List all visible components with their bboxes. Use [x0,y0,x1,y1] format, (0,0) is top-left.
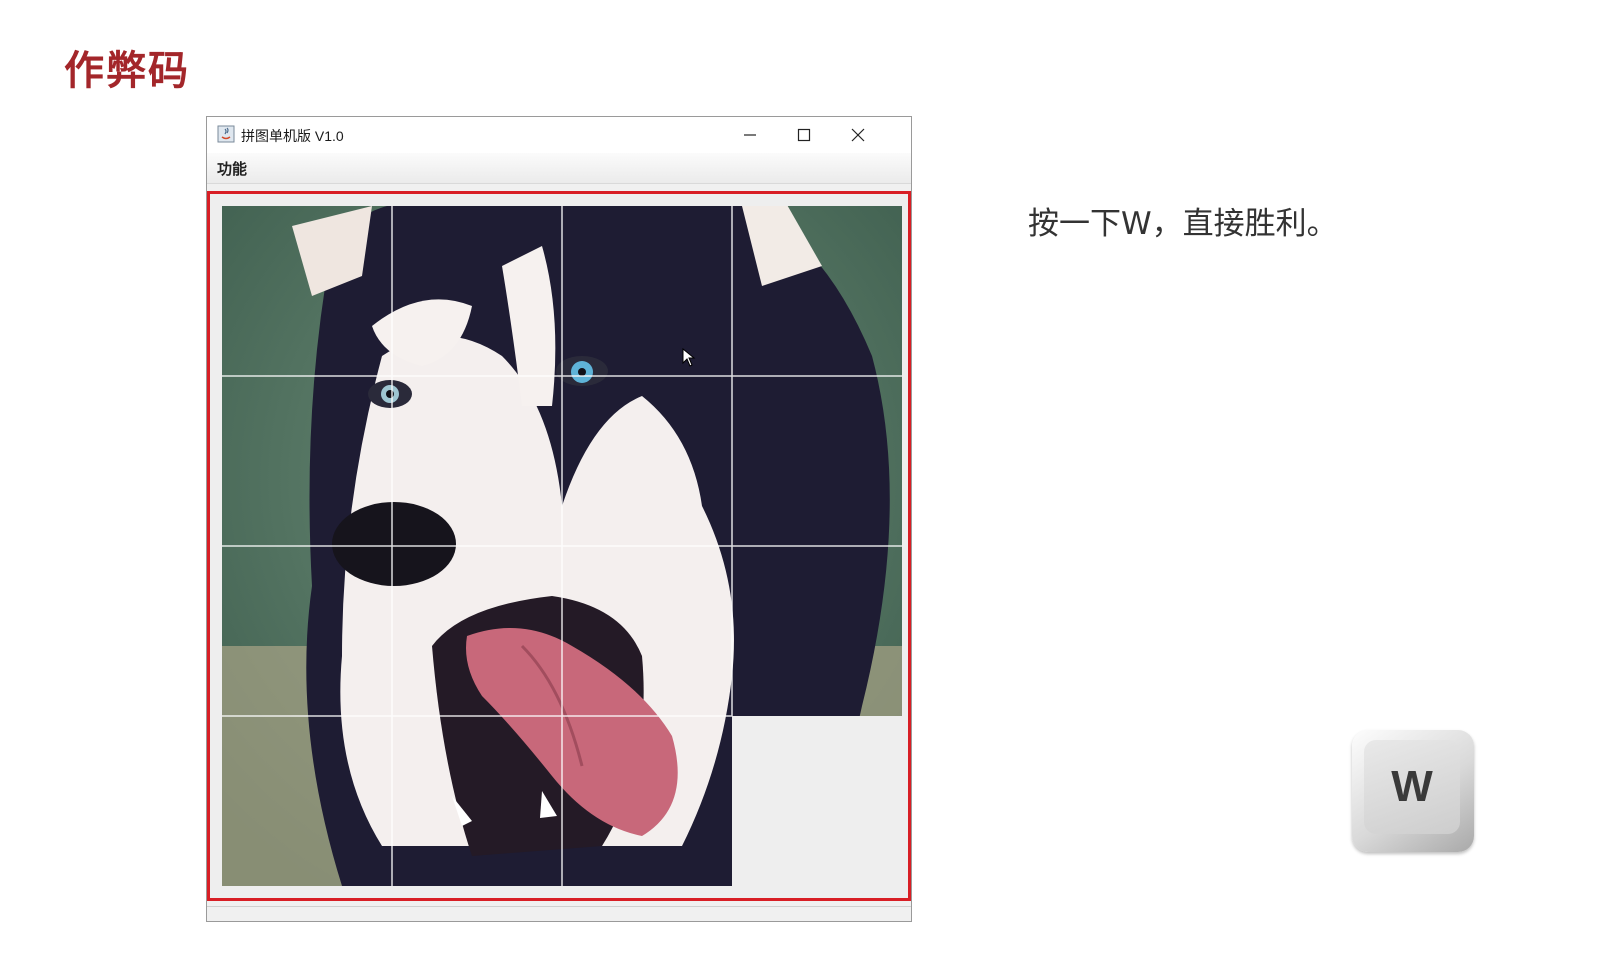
window-bottom-edge [207,906,911,921]
game-area [207,191,911,901]
maximize-icon [797,128,811,142]
close-icon [851,128,865,142]
title-bar[interactable]: 拼图单机版 V1.0 [207,117,911,153]
empty-tile [732,716,902,886]
key-label: W [1391,762,1433,811]
menu-function[interactable]: 功能 [217,158,247,179]
close-button[interactable] [831,117,885,153]
minimize-icon [744,134,756,136]
maximize-button[interactable] [777,117,831,153]
java-app-icon [217,125,235,143]
mouse-cursor-icon [682,348,696,367]
cheat-hint-text: 按一下W，直接胜利。 [1028,206,1338,242]
menu-bar: 功能 [207,153,911,184]
puzzle-game-window: 拼图单机版 V1.0 功能 [206,116,912,922]
minimize-button[interactable] [723,117,777,153]
puzzle-board [222,206,902,886]
window-title: 拼图单机版 V1.0 [241,128,344,144]
keyboard-key-w-icon: W [1352,730,1474,852]
slide-title: 作弊码 [64,48,190,94]
key-face: W [1364,740,1460,834]
